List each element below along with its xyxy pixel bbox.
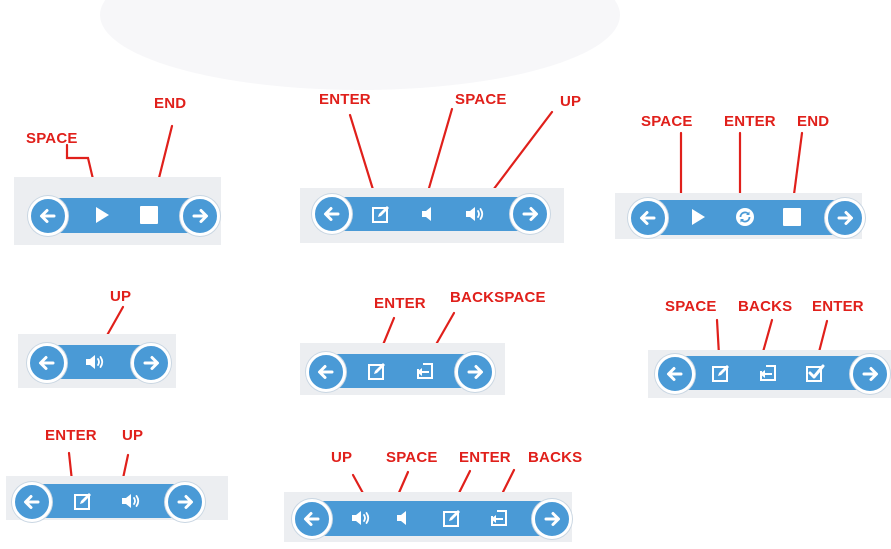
toolbar-1-next-button[interactable] xyxy=(180,196,220,236)
toolbar-4-prev-button[interactable] xyxy=(27,343,67,383)
toolbar-7-prev-button[interactable] xyxy=(12,482,52,522)
back-icon xyxy=(417,363,433,379)
label-up: UP xyxy=(122,427,144,444)
replay-icon xyxy=(736,208,754,226)
toolbar-3-play-button[interactable] xyxy=(687,206,709,228)
toolbar-3-stop-button[interactable] xyxy=(781,206,803,228)
toolbar-6-check-button[interactable] xyxy=(804,362,826,384)
toolbar-7-edit-button[interactable] xyxy=(72,490,94,512)
toolbar-8-edit-button[interactable] xyxy=(441,507,463,529)
label-up: UP xyxy=(560,93,582,110)
volume-low-icon xyxy=(397,511,406,525)
toolbar-8-volume-low-button[interactable] xyxy=(393,507,415,529)
label-enter: ENTER xyxy=(812,298,864,315)
arrow-left-icon xyxy=(318,365,334,379)
toolbar-7-next-button[interactable] xyxy=(165,482,205,522)
back-icon xyxy=(760,365,776,381)
play-icon xyxy=(96,207,109,223)
toolbar-5-back-button[interactable] xyxy=(414,360,436,382)
toolbar-8-volume-high-button[interactable] xyxy=(350,507,372,529)
toolbar-5-prev-button[interactable] xyxy=(306,352,346,392)
toolbar-8 xyxy=(300,501,562,536)
toolbar-3-prev-button[interactable] xyxy=(628,198,668,238)
arrow-left-icon xyxy=(40,209,56,223)
label-up: UP xyxy=(110,288,132,305)
toolbar-5-next-button[interactable] xyxy=(455,352,495,392)
toolbar-1-play-button[interactable] xyxy=(91,204,113,226)
arrow-left-icon xyxy=(304,512,320,526)
toolbar-1-prev-button[interactable] xyxy=(28,196,68,236)
volume-high-icon xyxy=(466,207,484,221)
stop-icon xyxy=(783,208,801,226)
arrow-left-icon xyxy=(667,367,683,381)
background-arc xyxy=(100,0,620,90)
stop-icon xyxy=(140,206,158,224)
label-enter: ENTER xyxy=(319,91,371,108)
edit-icon xyxy=(372,206,389,223)
label-space: SPACE xyxy=(26,130,78,147)
play-icon xyxy=(692,209,705,225)
edit-icon xyxy=(368,363,385,380)
arrow-right-icon xyxy=(467,365,483,379)
label-end: END xyxy=(154,95,187,112)
edit-icon xyxy=(74,493,91,510)
toolbar-2-volume-high-button[interactable] xyxy=(464,203,486,225)
toolbar-6-next-button[interactable] xyxy=(850,354,890,394)
label-end: END xyxy=(797,113,830,130)
label-enter: ENTER xyxy=(724,113,776,130)
arrow-left-icon xyxy=(24,495,40,509)
toolbar-3-replay-button[interactable] xyxy=(734,206,756,228)
volume-high-icon xyxy=(122,494,140,508)
toolbar-3-next-button[interactable] xyxy=(825,198,865,238)
volume-low-icon xyxy=(422,207,431,221)
back-icon xyxy=(491,510,507,526)
arrow-left-icon xyxy=(39,356,55,370)
toolbar-1-stop-button[interactable] xyxy=(138,204,160,226)
toolbar-2-volume-low-button[interactable] xyxy=(418,203,440,225)
arrow-right-icon xyxy=(143,356,159,370)
toolbar-2-prev-button[interactable] xyxy=(312,194,352,234)
edit-icon xyxy=(712,365,729,382)
arrow-right-icon xyxy=(837,211,853,225)
volume-high-icon xyxy=(352,511,370,525)
label-backs: BACKS xyxy=(738,298,793,315)
toolbar-4-volume-high-button[interactable] xyxy=(84,351,106,373)
label-backspace: BACKSPACE xyxy=(450,289,546,306)
check-icon xyxy=(806,364,825,382)
toolbar-8-prev-button[interactable] xyxy=(292,499,332,539)
volume-high-icon xyxy=(86,355,104,369)
arrow-left-icon xyxy=(640,211,656,225)
edit-icon xyxy=(443,510,460,527)
toolbar-2-next-button[interactable] xyxy=(510,194,550,234)
label-space: SPACE xyxy=(455,91,507,108)
arrow-right-icon xyxy=(862,367,878,381)
toolbar-5-edit-button[interactable] xyxy=(366,360,388,382)
toolbar-6-prev-button[interactable] xyxy=(655,354,695,394)
arrow-right-icon xyxy=(544,512,560,526)
label-space: SPACE xyxy=(641,113,693,130)
label-enter: ENTER xyxy=(374,295,426,312)
arrow-left-icon xyxy=(324,207,340,221)
toolbar-8-next-button[interactable] xyxy=(532,499,572,539)
toolbar-8-back-button[interactable] xyxy=(488,507,510,529)
label-space: SPACE xyxy=(665,298,717,315)
arrow-right-icon xyxy=(522,207,538,221)
label-enter: ENTER xyxy=(459,449,511,466)
arrow-right-icon xyxy=(192,209,208,223)
toolbar-2-edit-button[interactable] xyxy=(370,203,392,225)
label-backs: BACKS xyxy=(528,449,583,466)
label-up: UP xyxy=(331,449,353,466)
arrow-right-icon xyxy=(177,495,193,509)
label-enter: ENTER xyxy=(45,427,97,444)
label-space: SPACE xyxy=(386,449,438,466)
toolbar-6-edit-button[interactable] xyxy=(710,362,732,384)
toolbar-4-next-button[interactable] xyxy=(131,343,171,383)
toolbar-6-back-button[interactable] xyxy=(757,362,779,384)
toolbar-7-volume-high-button[interactable] xyxy=(120,490,142,512)
